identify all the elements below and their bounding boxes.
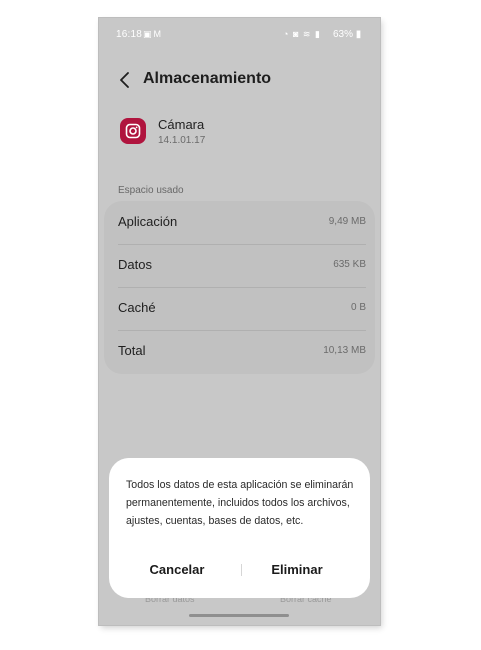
notification-icons: ▣M — [143, 29, 163, 40]
storage-row-data: Datos 635 KB — [118, 244, 366, 287]
row-value: 635 KB — [333, 259, 366, 270]
row-label: Datos — [118, 257, 152, 272]
page-title: Almacenamiento — [143, 70, 272, 87]
status-time: 16:18 — [116, 29, 143, 40]
image-icon: ▣ — [143, 29, 154, 39]
system-icons: ◔ ◙ ≋ ▮ — [283, 29, 321, 40]
row-label: Caché — [118, 300, 156, 315]
section-header-used-space: Espacio usado — [118, 185, 184, 196]
row-value: 0 B — [350, 302, 366, 313]
row-value: 9,49 MB — [328, 216, 366, 227]
battery-percent: 63% — [333, 29, 354, 40]
camera-icon — [125, 123, 141, 139]
camera-app-icon — [120, 118, 146, 144]
battery-level: 63% ▮ — [333, 29, 362, 40]
storage-usage-card: Aplicación 9,49 MB Datos 635 KB Caché 0 … — [104, 201, 375, 374]
app-version: 14.1.01.17 — [158, 135, 206, 146]
app-name: Cámara — [158, 117, 205, 132]
status-bar: 16:18 ▣M ◔ ◙ ≋ ▮ 63% ▮ — [99, 18, 380, 52]
phone-screen: 16:18 ▣M ◔ ◙ ≋ ▮ 63% ▮ Almacenamiento Cá… — [99, 18, 380, 625]
alarm-icon: ◔ — [283, 29, 290, 39]
confirm-delete-dialog: Todos los datos de esta aplicación se el… — [109, 458, 370, 598]
cancel-button[interactable]: Cancelar — [117, 559, 237, 581]
back-arrow-icon[interactable] — [117, 70, 133, 90]
row-label: Total — [118, 343, 146, 358]
dialog-message: Todos los datos de esta aplicación se el… — [126, 479, 354, 527]
home-indicator[interactable] — [189, 614, 289, 617]
row-label: Aplicación — [118, 214, 178, 229]
do-not-disturb-icon: ◙ — [292, 29, 300, 39]
wifi-icon: ≋ — [302, 29, 312, 39]
storage-row-total: Total 10,13 MB — [118, 330, 366, 373]
storage-row-app: Aplicación 9,49 MB — [118, 201, 366, 244]
signal-icon: ▮ — [314, 29, 321, 39]
mail-icon: M — [153, 29, 164, 39]
storage-row-cache: Caché 0 B — [118, 287, 366, 330]
row-value: 10,13 MB — [323, 345, 366, 356]
delete-button[interactable]: Eliminar — [237, 559, 357, 581]
